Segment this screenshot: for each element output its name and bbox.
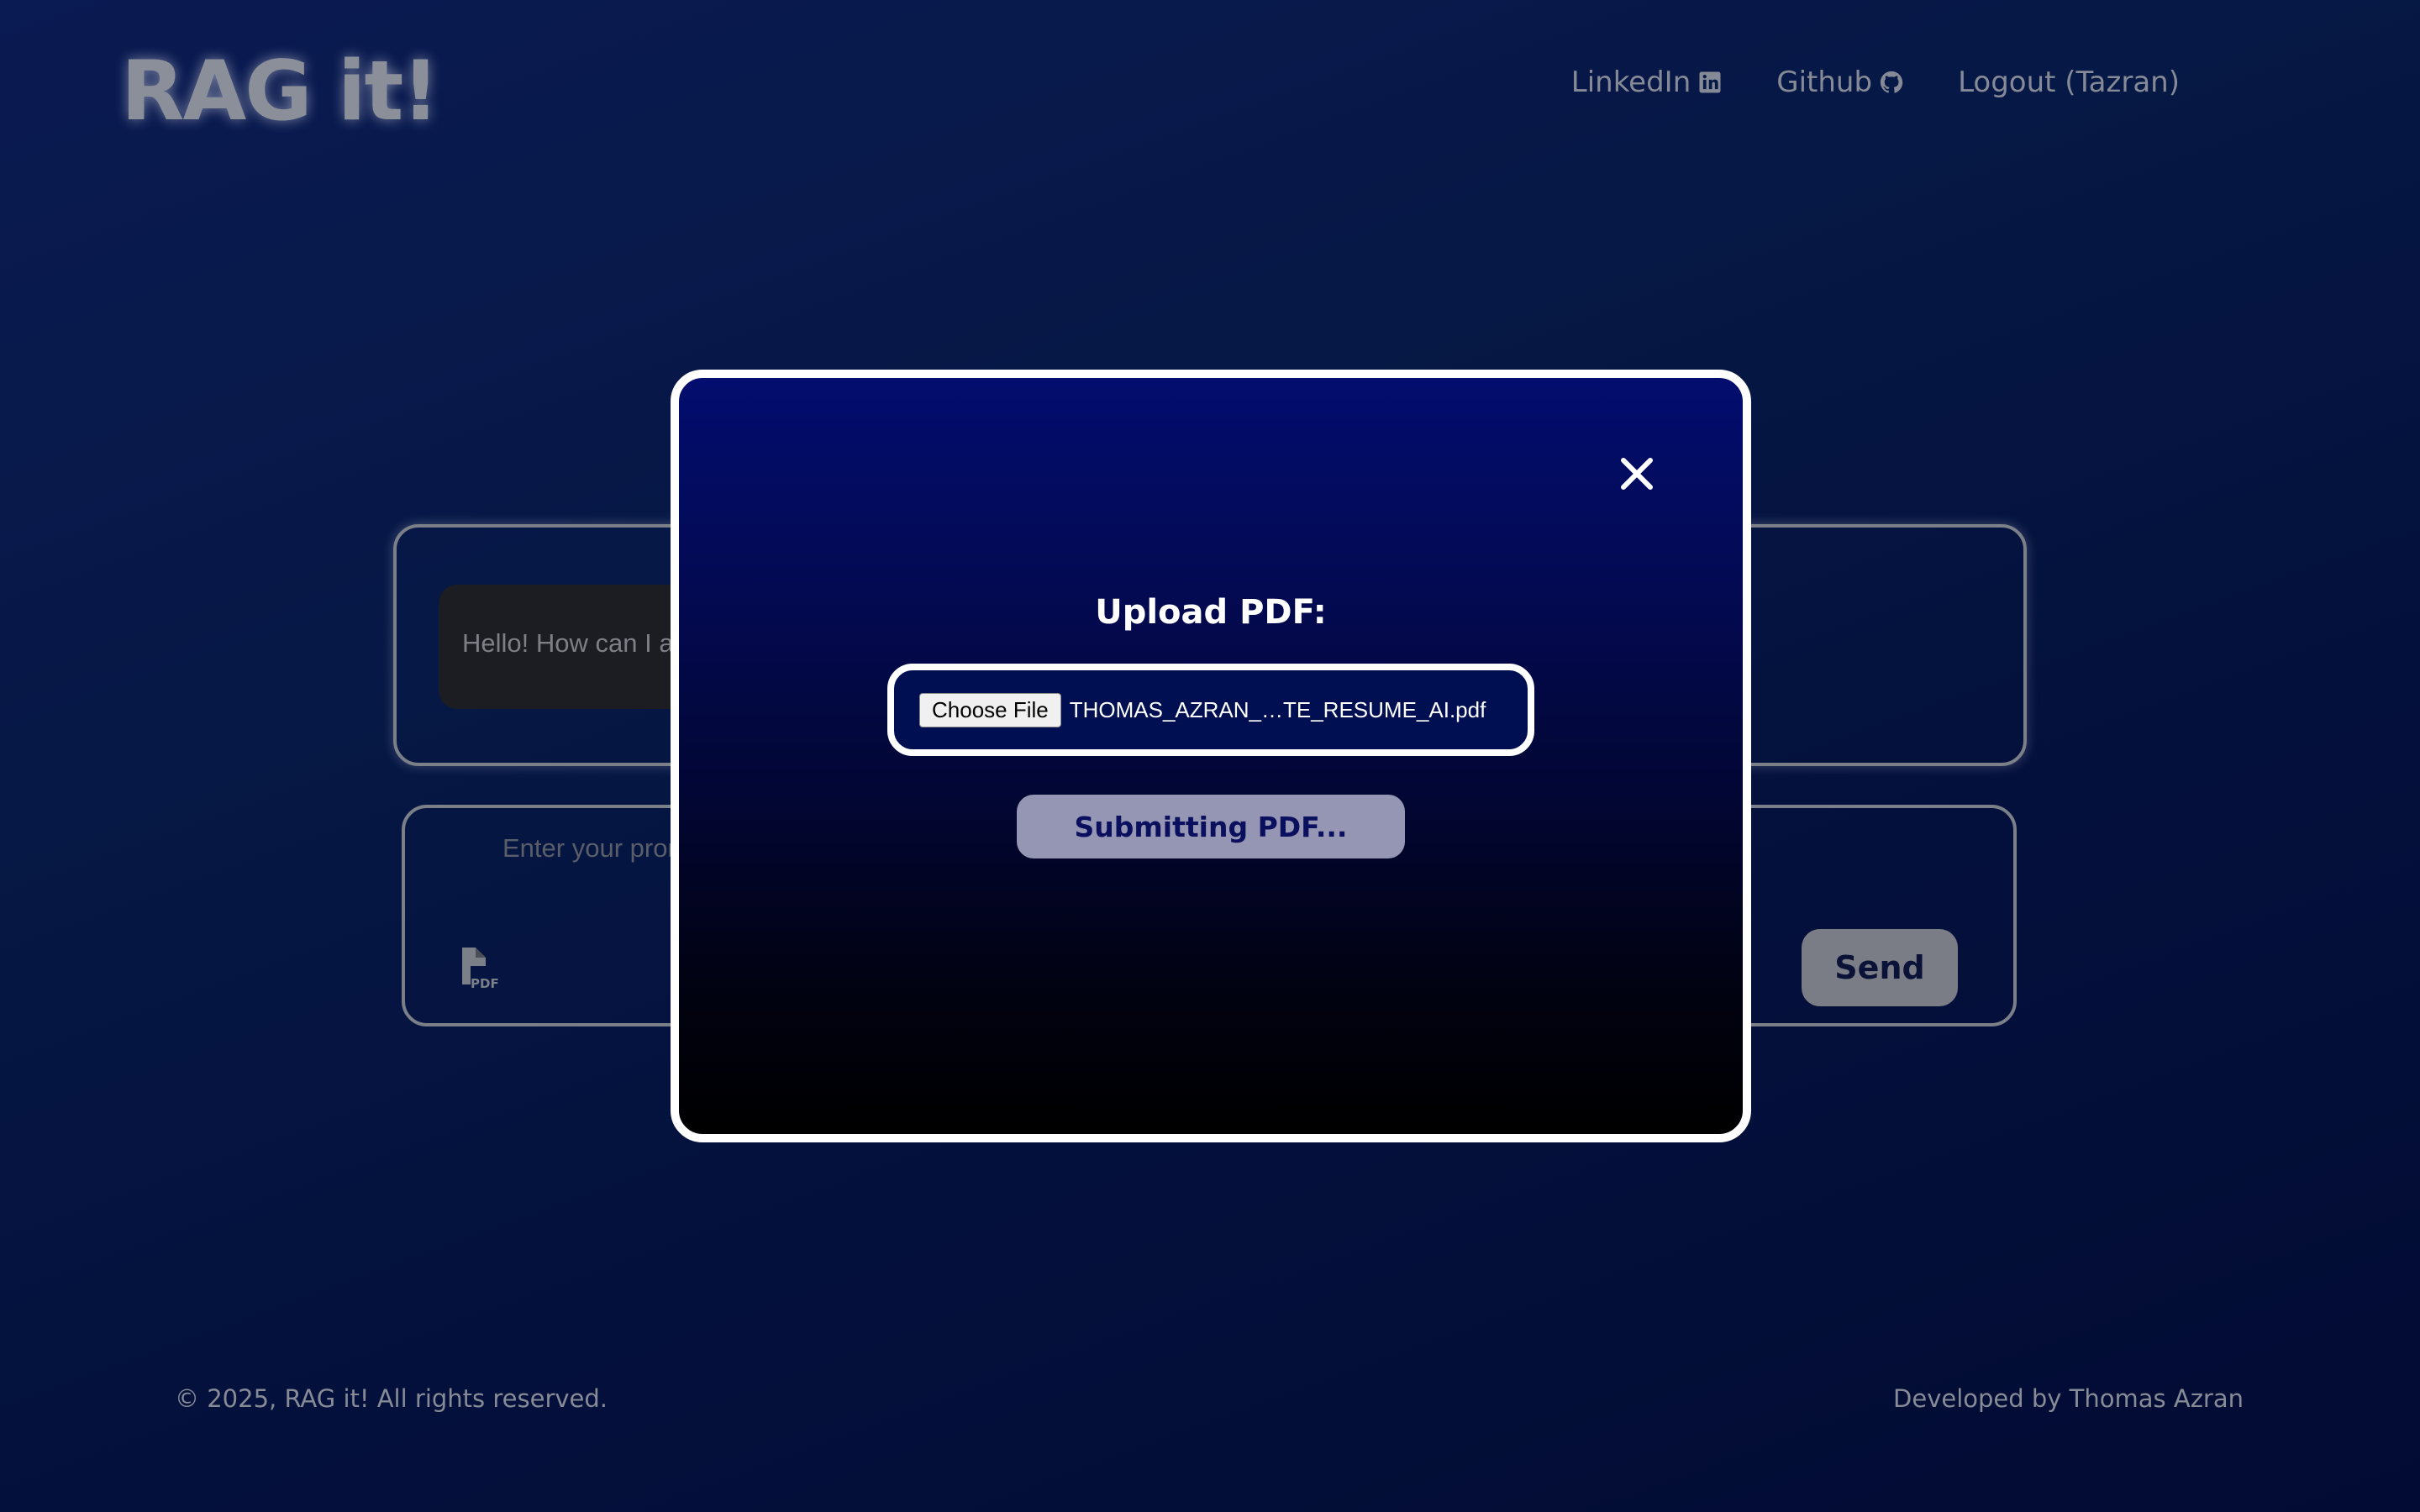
nav-linkedin-link[interactable]: LinkedIn (1571, 66, 1723, 99)
modal-title: Upload PDF: (1095, 593, 1327, 632)
nav-github-label: Github (1776, 66, 1873, 99)
nav-github-link[interactable]: Github (1776, 66, 1904, 99)
send-button[interactable]: Send (1802, 929, 1958, 1006)
close-icon[interactable] (1615, 452, 1659, 496)
footer-developer: Developed by Thomas Azran (1893, 1384, 2244, 1413)
pdf-upload-icon[interactable]: PDF (459, 946, 501, 991)
top-nav: LinkedIn Github Logout (Tazran) (1571, 66, 2180, 99)
file-input-field[interactable]: Choose File THOMAS_AZRAN_…TE_RESUME_AI.p… (887, 664, 1534, 756)
github-icon (1880, 71, 1903, 93)
upload-pdf-modal: Upload PDF: Choose File THOMAS_AZRAN_…TE… (671, 370, 1751, 1142)
nav-linkedin-label: LinkedIn (1570, 66, 1691, 99)
app-logo[interactable]: RAG it! (121, 44, 439, 139)
submit-pdf-button[interactable]: Submitting PDF... (1017, 795, 1405, 858)
pdf-icon-label: PDF (471, 976, 499, 991)
nav-logout-link[interactable]: Logout (Tazran) (1958, 66, 2180, 99)
footer-copyright: © 2025, RAG it! All rights reserved. (175, 1384, 608, 1413)
choose-file-button[interactable]: Choose File (919, 692, 1061, 727)
linkedin-icon (1699, 71, 1721, 93)
selected-file-name: THOMAS_AZRAN_…TE_RESUME_AI.pdf (1069, 696, 1486, 722)
nav-logout-label: Logout (Tazran) (1958, 66, 2180, 99)
